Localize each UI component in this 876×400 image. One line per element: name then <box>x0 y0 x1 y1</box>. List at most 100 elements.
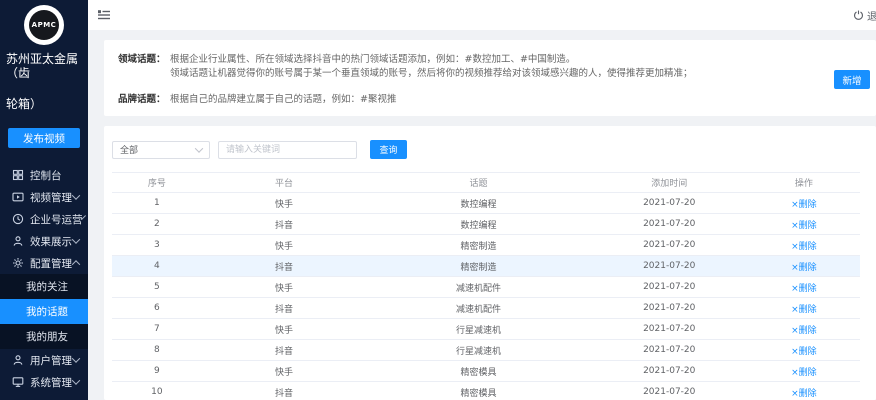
table-row: 3快手精密制造2021-07-20 ×删除 <box>112 235 860 256</box>
row-topic: 减速机配件 <box>366 277 590 298</box>
delete-link[interactable]: ×删除 <box>791 326 817 336</box>
row-platform: 抖音 <box>202 214 367 235</box>
row-actions: ×删除 <box>748 382 860 400</box>
delete-link[interactable]: ×删除 <box>791 368 817 378</box>
chevron-down-icon <box>72 191 80 199</box>
sidebar-menu-item[interactable]: 配置管理 <box>0 252 88 274</box>
company-name-line1: 苏州亚太金属（齿 <box>6 52 82 80</box>
table-row: 1快手数控编程2021-07-20×删除 <box>112 193 860 214</box>
sidebar-menu-item-label: 控制台 <box>30 168 62 183</box>
delete-link[interactable]: ×删除 <box>791 284 817 294</box>
row-platform: 快手 <box>202 235 367 256</box>
row-actions: ×删除 <box>748 298 860 319</box>
row-date: 2021-07-20 <box>591 193 748 214</box>
dashboard-icon <box>12 169 24 181</box>
table-row: 10抖音精密模具2021-07-20×删除 <box>112 382 860 400</box>
table-row: 9快手精密模具2021-07-20×删除 <box>112 361 860 382</box>
row-date: 2021-07-20 <box>591 382 748 400</box>
row-date: 2021-07-20 <box>591 235 748 256</box>
delete-link[interactable]: ×删除 <box>791 263 817 273</box>
row-topic: 精密制造 <box>366 235 590 256</box>
sidebar-submenu: 我的关注我的话题我的朋友 <box>0 274 88 349</box>
delete-link[interactable]: ×删除 <box>791 305 817 315</box>
table-row: 6抖音减速机配件2021-07-20×删除 <box>112 298 860 319</box>
row-date: 2021-07-20 <box>591 340 748 361</box>
platform-select-value: 全部 <box>120 143 138 156</box>
row-actions: ×删除 <box>748 235 860 256</box>
monitor-icon <box>12 376 24 388</box>
sidebar-menu: 控制台视频管理企业号运营效果展示配置管理我的关注我的话题我的朋友用户管理系统管理 <box>0 164 88 393</box>
sidebar-menu-item-label: 视频管理 <box>30 190 72 205</box>
row-index: 6 <box>112 298 202 319</box>
delete-link[interactable]: ×删除 <box>791 347 817 357</box>
person-icon <box>12 235 24 247</box>
sidebar-submenu-item[interactable]: 我的关注 <box>0 274 88 299</box>
row-platform: 抖音 <box>202 298 367 319</box>
user-icon <box>12 354 24 366</box>
filter-row: 全部 查询 <box>112 140 860 159</box>
field-topic-line2: 领域话题让机器觉得你的账号属于某一个垂直领域的账号，然后将你的视频推荐给对该领域… <box>118 67 806 80</box>
field-topic-text1: 根据企业行业属性、所在领域选择抖音中的热门领域话题添加，例如：#数控加工、#中国… <box>170 53 575 66</box>
row-actions: ×删除 <box>748 361 860 382</box>
gear-icon <box>12 257 24 269</box>
chevron-down-icon <box>72 235 80 243</box>
platform-select[interactable]: 全部 <box>112 141 210 159</box>
brand-topic-text: 根据自己的品牌建立属于自己的话题，例如：#聚视推 <box>170 93 396 106</box>
add-button[interactable]: 新增 <box>834 70 870 89</box>
row-actions: ×删除 <box>748 277 860 298</box>
delete-link[interactable]: ×删除 <box>791 200 817 210</box>
sidebar-menu-item-label: 配置管理 <box>30 256 72 271</box>
sidebar-menu-item[interactable]: 效果展示 <box>0 230 88 252</box>
row-index: 3 <box>112 235 202 256</box>
brand-topic-line: 品牌话题： 根据自己的品牌建立属于自己的话题，例如：#聚视推 <box>118 93 806 106</box>
row-date: 2021-07-20 <box>591 256 748 277</box>
table-row: 8抖音行星减速机2021-07-20×删除 <box>112 340 860 361</box>
field-topic-label: 领域话题： <box>118 53 170 66</box>
sidebar-menu-item[interactable]: 系统管理 <box>0 371 88 393</box>
row-actions: ×删除 <box>748 340 860 361</box>
sidebar-submenu-item[interactable]: 我的话题 <box>0 299 88 324</box>
brand-topic-label: 品牌话题： <box>118 93 170 106</box>
topics-table: 序号平台话题添加时间操作 1快手数控编程2021-07-20×删除2抖音数控编程… <box>112 172 860 400</box>
sidebar-menu-item-label: 用户管理 <box>30 353 72 368</box>
search-button[interactable]: 查询 <box>370 140 407 159</box>
row-index: 9 <box>112 361 202 382</box>
table-column-header: 操作 <box>748 173 860 193</box>
video-icon <box>12 191 24 203</box>
row-date: 2021-07-20 <box>591 319 748 340</box>
publish-video-button[interactable]: 发布视频 <box>8 128 80 148</box>
logout-button[interactable]: 退出 <box>853 8 876 23</box>
main-content: 领域话题： 根据企业行业属性、所在领域选择抖音中的热门领域话题添加，例如：#数控… <box>88 30 876 400</box>
row-index: 1 <box>112 193 202 214</box>
sidebar-menu-item[interactable]: 控制台 <box>0 164 88 186</box>
row-platform: 抖音 <box>202 256 367 277</box>
row-actions: ×删除 <box>748 256 860 277</box>
row-topic: 精密制造 <box>366 256 590 277</box>
sidebar-menu-item[interactable]: 用户管理 <box>0 349 88 371</box>
table-row: 4抖音精密制造2021-07-20×删除 <box>112 256 860 277</box>
row-index: 7 <box>112 319 202 340</box>
sidebar-menu-item[interactable]: 企业号运营 <box>0 208 88 230</box>
chevron-up-icon <box>72 260 80 268</box>
delete-link[interactable]: ×删除 <box>791 242 817 252</box>
keyword-input[interactable] <box>218 141 357 159</box>
row-actions: ×删除 <box>748 214 860 235</box>
row-platform: 抖音 <box>202 382 367 400</box>
row-topic: 行星减速机 <box>366 340 590 361</box>
row-topic: 数控编程 <box>366 193 590 214</box>
row-platform: 快手 <box>202 277 367 298</box>
sidebar-menu-item[interactable]: 视频管理 <box>0 186 88 208</box>
row-date: 2021-07-20 <box>591 298 748 319</box>
sidebar-submenu-item[interactable]: 我的朋友 <box>0 324 88 349</box>
row-topic: 行星减速机 <box>366 319 590 340</box>
topic-table-card: 全部 查询 序号平台话题添加时间操作 1快手数控编程2021-07-20×删除2… <box>104 126 876 400</box>
delete-link[interactable]: ×删除 <box>791 389 817 399</box>
field-topic-line1: 领域话题： 根据企业行业属性、所在领域选择抖音中的热门领域话题添加，例如：#数控… <box>118 53 806 66</box>
collapse-sidebar-icon[interactable] <box>97 8 111 22</box>
chevron-down-icon <box>195 144 203 152</box>
row-platform: 快手 <box>202 361 367 382</box>
delete-link[interactable]: ×删除 <box>791 221 817 231</box>
power-icon <box>853 10 864 21</box>
row-topic: 精密模具 <box>366 382 590 400</box>
table-row: 5快手减速机配件2021-07-20×删除 <box>112 277 860 298</box>
